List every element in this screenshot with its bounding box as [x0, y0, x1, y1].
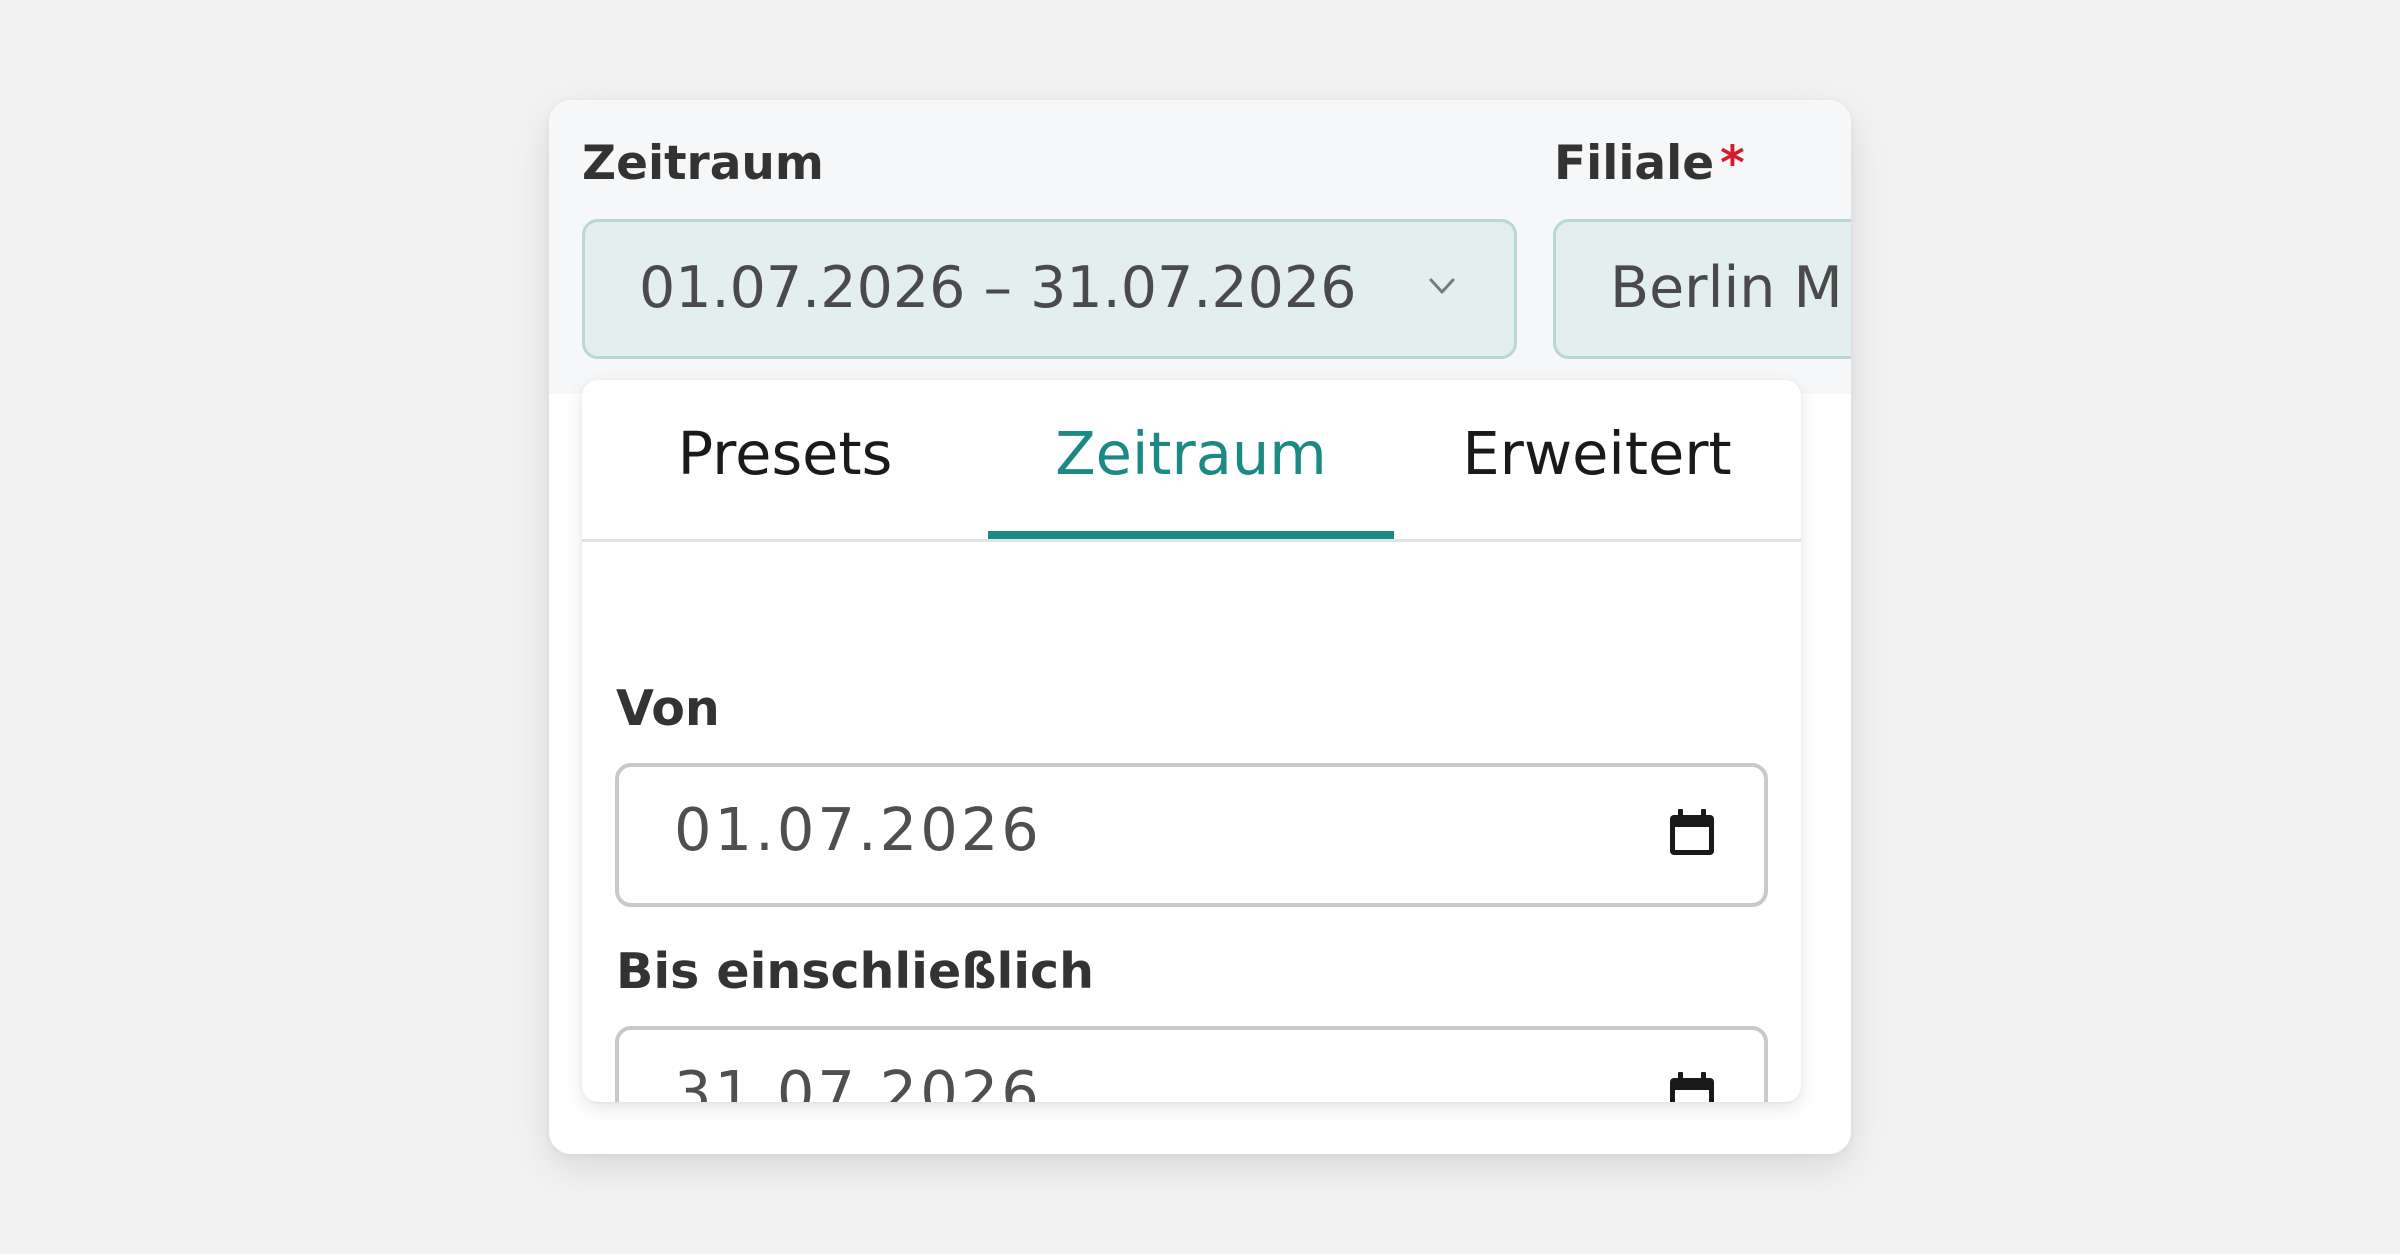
calendar-icon[interactable] [1664, 1068, 1720, 1102]
required-marker: * [1720, 136, 1745, 191]
active-tab-indicator [988, 531, 1394, 539]
period-select[interactable]: 01.07.2026 – 31.07.2026 [582, 219, 1517, 359]
filter-card: Zeitraum Filiale * 01.07.2026 – 31.07.202… [549, 100, 1851, 1154]
from-date-label: Von [616, 680, 720, 737]
chevron-down-icon [1429, 278, 1455, 294]
tab-zeitraum[interactable]: Zeitraum [988, 380, 1394, 542]
branch-label-text: Filiale [1554, 136, 1715, 191]
branch-select[interactable]: Berlin M [1553, 219, 1851, 359]
period-label: Zeitraum [582, 136, 824, 191]
tab-erweitert[interactable]: Erweitert [1394, 380, 1800, 542]
from-date-value: 01.07.2026 [674, 795, 1042, 864]
from-date-input[interactable]: 01.07.2026 [615, 763, 1768, 907]
filter-bar: Zeitraum Filiale * 01.07.2026 – 31.07.202… [549, 100, 1851, 394]
period-select-value: 01.07.2026 – 31.07.2026 [639, 255, 1357, 321]
to-date-label: Bis einschließlich [616, 943, 1094, 1000]
popover-tabs: Presets Zeitraum Erweitert [582, 380, 1801, 542]
branch-label: Filiale * [1554, 136, 1745, 191]
to-date-value: 31.07.2026 [674, 1058, 1042, 1102]
date-range-popover: Presets Zeitraum Erweitert Von 01.07.202… [582, 380, 1801, 1102]
branch-select-value: Berlin M [1610, 255, 1843, 321]
to-date-input[interactable]: 31.07.2026 [615, 1026, 1768, 1102]
calendar-icon[interactable] [1664, 805, 1720, 861]
tab-presets[interactable]: Presets [582, 380, 988, 542]
